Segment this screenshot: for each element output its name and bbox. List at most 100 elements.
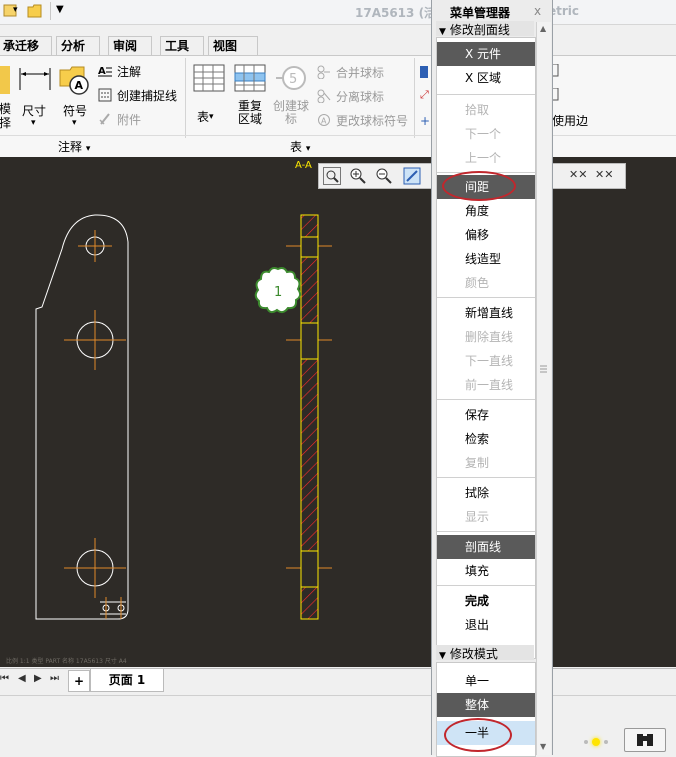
divider <box>0 135 676 136</box>
add-page-button[interactable]: + <box>68 670 90 692</box>
table-group-label[interactable]: 表 ▾ <box>290 138 310 155</box>
zoom-out-icon[interactable] <box>375 167 393 185</box>
divider <box>414 58 415 138</box>
menu-item-previous: 上一个 <box>465 151 502 165</box>
partial-icon[interactable] <box>551 63 560 78</box>
menu-manager: 菜单管理器 x ▲ ▼ ▼ 修改剖面线 X 元件 X 区域 拾取 下一个 上一个 … <box>431 0 553 757</box>
menu-list: X 元件 X 区域 拾取 下一个 上一个 间距 角度 偏移 线造型 颜色 新增直… <box>436 37 536 659</box>
status-light-icon <box>592 738 600 746</box>
chevron-down-icon[interactable]: ▾ <box>72 118 77 128</box>
menu-item-done[interactable]: 完成 <box>437 589 535 613</box>
chevron-down-icon: ▼ <box>439 651 446 661</box>
tab-review[interactable]: 审阅 <box>108 36 152 55</box>
partial-icon[interactable] <box>420 66 428 78</box>
table-icon[interactable] <box>193 64 225 92</box>
partial-icon[interactable]: + <box>420 114 430 128</box>
note-label[interactable]: 注解 <box>117 63 141 80</box>
prev-page-button[interactable]: ◀ <box>18 673 26 684</box>
section-view <box>300 214 319 620</box>
menu-item-line-style[interactable]: 线造型 <box>437 247 535 271</box>
section-modify-xhatch[interactable]: ▼ 修改剖面线 <box>436 21 534 37</box>
menu-item-fill[interactable]: 填充 <box>437 559 535 583</box>
tab-migrate[interactable]: 承迁移 <box>0 36 52 55</box>
tab-analysis[interactable]: 分析 <box>56 36 100 55</box>
menu-item-angle[interactable]: 角度 <box>437 199 535 223</box>
chevron-down-icon[interactable]: ▾ <box>13 5 18 15</box>
symbol-icon[interactable]: A <box>58 64 92 96</box>
split-balloon-icon <box>317 89 331 104</box>
snap-line-icon[interactable] <box>98 88 112 102</box>
repeat-region-label[interactable]: 重复 区域 <box>233 100 267 126</box>
use-edge-label[interactable]: 使用边 <box>552 112 588 129</box>
menu-item-next: 下一个 <box>465 127 502 141</box>
drawing-canvas[interactable]: A-A 比例 1:1 类型 PART 名称 17A5613 尺寸 A4 ✕✕ ✕… <box>0 157 676 667</box>
menu-item-x-area[interactable]: X 区域 <box>437 66 535 90</box>
merge-balloon-icon <box>317 65 331 80</box>
dimension-button-label[interactable]: 尺寸 <box>20 102 48 119</box>
divider <box>50 2 51 20</box>
binoculars-icon <box>637 734 653 746</box>
repeat-region-icon[interactable] <box>234 64 266 92</box>
menu-item-offset[interactable]: 偏移 <box>437 223 535 247</box>
menu-scrollbar[interactable]: ▲ ▼ <box>536 22 551 755</box>
tab-tools[interactable]: 工具 <box>160 36 204 55</box>
menu-item-add-line[interactable]: 新增直线 <box>437 301 535 325</box>
menu-item-single[interactable]: 单一 <box>437 669 535 693</box>
menu-item-whole[interactable]: 整体 <box>437 693 535 717</box>
balloon-icon: 5 <box>274 65 308 93</box>
scroll-down-icon[interactable]: ▼ <box>540 742 546 751</box>
datum-display-icon[interactable]: ✕✕ <box>569 168 587 181</box>
symbol-button-label[interactable]: 符号 <box>61 102 89 119</box>
repaint-icon[interactable] <box>403 167 421 185</box>
svg-text:1: 1 <box>274 285 282 300</box>
view-toolbar-right: ✕✕ ✕✕ <box>552 163 626 189</box>
section-modify-mode[interactable]: ▼ 修改模式 <box>436 645 534 661</box>
customize-menu-icon[interactable]: ▼ <box>56 4 64 15</box>
menu-item-retrieve[interactable]: 检索 <box>437 427 535 451</box>
ribbon: 模择 尺寸 ▾ A 符号 ▾ A 注解 创建捕捉线 附件 表 ▾ 重复 区域 5 … <box>0 55 676 158</box>
chevron-down-icon[interactable]: ▾ <box>209 112 214 122</box>
svg-text:5: 5 <box>289 72 297 87</box>
menu-item-erase[interactable]: 拭除 <box>437 481 535 505</box>
scroll-grip-icon[interactable] <box>539 362 548 376</box>
divider <box>437 531 535 532</box>
menu-item-hatch[interactable]: 剖面线 <box>437 535 535 559</box>
model-icon[interactable] <box>0 66 10 94</box>
menu-manager-header[interactable]: 菜单管理器 x <box>432 2 552 20</box>
annotate-group-label[interactable]: 注释 ▾ <box>58 138 90 155</box>
find-button[interactable] <box>624 728 666 752</box>
menu-item-show: 显示 <box>465 510 490 524</box>
zoom-in-icon[interactable] <box>349 167 367 185</box>
snap-line-label[interactable]: 创建捕捉线 <box>117 87 177 104</box>
ribbon-tabs: 承迁移 分析 审阅 工具 视图 <box>0 36 676 56</box>
svg-text:A: A <box>321 117 327 126</box>
partial-icon[interactable] <box>551 87 560 102</box>
next-page-button[interactable]: ▶ <box>34 673 42 684</box>
split-balloon-label: 分离球标 <box>336 90 385 104</box>
page-tab-1[interactable]: 页面 1 <box>90 669 164 692</box>
zoom-fit-icon[interactable] <box>323 167 341 185</box>
note-icon[interactable]: A <box>98 64 112 78</box>
holes <box>76 236 126 615</box>
first-page-button[interactable]: ⏮ <box>0 673 9 684</box>
partial-icon[interactable]: ⤢ <box>420 88 429 101</box>
chevron-down-icon[interactable]: ▾ <box>31 118 36 128</box>
dimension-icon[interactable] <box>18 64 52 94</box>
view-toolbar <box>318 163 434 189</box>
datum-display-icon[interactable]: ✕✕ <box>595 168 613 181</box>
table-button-label[interactable]: 表 <box>196 108 210 125</box>
page-tab-bar: ⏮ ◀ ▶ ⏭ + 页面 1 <box>0 668 676 695</box>
drawing-svg: A-A 比例 1:1 类型 PART 名称 17A5613 尺寸 A4 <box>6 160 332 665</box>
window-title: 17A5613 (活 <box>355 6 437 20</box>
menu-item-save[interactable]: 保存 <box>437 403 535 427</box>
menu-item-x-component[interactable]: X 元件 <box>437 42 535 66</box>
open-folder-icon[interactable] <box>26 2 44 20</box>
merge-balloon-label: 合并球标 <box>336 66 385 80</box>
close-icon[interactable]: x <box>534 4 541 18</box>
menu-item-quit[interactable]: 退出 <box>437 613 535 637</box>
scroll-up-icon[interactable]: ▲ <box>540 24 546 33</box>
tab-view[interactable]: 视图 <box>208 36 258 55</box>
model-button-label[interactable]: 模择 <box>0 102 12 130</box>
last-page-button[interactable]: ⏭ <box>50 673 59 684</box>
divider <box>437 477 535 478</box>
